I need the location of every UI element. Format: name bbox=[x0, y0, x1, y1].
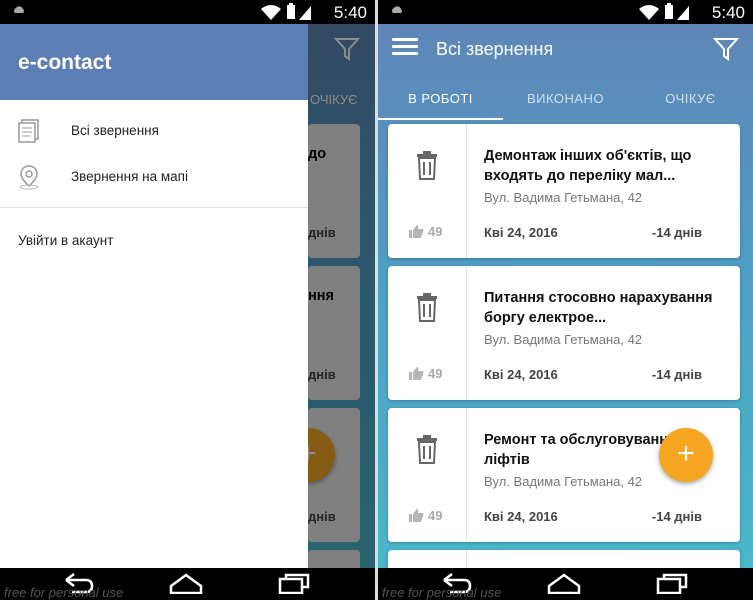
card-address: Вул. Вадима Гетьмана, 42 bbox=[484, 190, 643, 205]
card-title: Демонтаж інших об'єктів, що входять до п… bbox=[484, 148, 692, 184]
app-background: Всі звернення В РОБОТІ ВИКОНАНО ОЧІКУЄ 4… bbox=[378, 24, 753, 590]
navigation-drawer: e-contact Всі звернення Звернення на мап… bbox=[0, 24, 308, 568]
card-days-left: -14 днів bbox=[651, 225, 702, 240]
card-days-left: -14 днів bbox=[651, 509, 702, 524]
weather-icon bbox=[14, 6, 24, 13]
home-icon[interactable] bbox=[546, 572, 582, 594]
drawer-divider bbox=[0, 207, 308, 208]
recents-icon[interactable] bbox=[654, 572, 690, 594]
documents-icon bbox=[18, 119, 39, 143]
likes-count: 49 bbox=[428, 224, 443, 239]
login-link[interactable]: Увійти в акаунт bbox=[18, 233, 113, 248]
page-title: Всі звернення bbox=[436, 39, 554, 59]
trash-icon[interactable] bbox=[415, 434, 439, 464]
card-days-left: -14 днів bbox=[651, 367, 702, 382]
app-brand: e-contact bbox=[18, 51, 112, 74]
signal-battery-icons bbox=[639, 3, 689, 20]
thumbs-up-icon bbox=[409, 367, 424, 380]
card-address: Вул. Вадима Гетьмана, 42 bbox=[484, 332, 643, 347]
card-date: Кві 24, 2016 bbox=[484, 225, 558, 240]
likes-counter[interactable]: 49 bbox=[408, 508, 442, 523]
watermark: free for personal use bbox=[4, 585, 124, 600]
likes-counter[interactable]: 49 bbox=[408, 224, 442, 239]
drawer-header: e-contact bbox=[0, 24, 308, 100]
card-divider bbox=[466, 266, 467, 400]
map-pin-icon bbox=[19, 165, 39, 190]
tab-done[interactable]: ВИКОНАНО bbox=[503, 80, 628, 122]
card-divider bbox=[466, 124, 467, 258]
card-date: Кві 24, 2016 bbox=[484, 509, 558, 524]
likes-count: 49 bbox=[428, 366, 443, 381]
clock: 5:40 bbox=[711, 3, 745, 22]
status-bar: 5:40 bbox=[0, 0, 375, 24]
home-icon[interactable] bbox=[168, 572, 204, 594]
hamburger-menu-icon[interactable] bbox=[392, 38, 418, 60]
tab-waiting[interactable]: ОЧІКУЄ bbox=[628, 80, 753, 122]
watermark: free for personal use bbox=[382, 585, 502, 600]
trash-icon[interactable] bbox=[415, 292, 439, 322]
right-phone-screen: Всі звернення В РОБОТІ ВИКОНАНО ОЧІКУЄ 4… bbox=[378, 0, 753, 600]
request-card[interactable]: 49 Питання стосовно нарахування боргу ел… bbox=[388, 266, 740, 400]
request-card[interactable]: 49 Демонтаж інших об'єктів, що входять д… bbox=[388, 124, 740, 258]
card-address: Вул. Вадима Гетьмана, 42 bbox=[484, 474, 643, 489]
add-request-fab[interactable]: + bbox=[659, 428, 713, 482]
drawer-item-label: Звернення на мапі bbox=[71, 169, 188, 184]
signal-battery-icons bbox=[261, 3, 311, 20]
filter-icon[interactable] bbox=[712, 36, 740, 67]
clock: 5:40 bbox=[333, 3, 367, 22]
recents-icon[interactable] bbox=[276, 572, 312, 594]
card-date: Кві 24, 2016 bbox=[484, 367, 558, 382]
tab-in-progress[interactable]: В РОБОТІ bbox=[378, 80, 503, 122]
left-phone-screen: ОЧІКУЄ до днів ння днів днів + e-contact… bbox=[0, 0, 375, 600]
drawer-item-label: Всі звернення bbox=[71, 123, 159, 138]
weather-icon bbox=[392, 6, 402, 13]
likes-count: 49 bbox=[428, 508, 443, 523]
status-bar: 5:40 bbox=[378, 0, 753, 24]
trash-icon[interactable] bbox=[415, 150, 439, 180]
drawer-item-all-requests[interactable]: Всі звернення bbox=[0, 108, 308, 154]
thumbs-up-icon bbox=[409, 509, 424, 522]
card-divider bbox=[466, 408, 467, 542]
thumbs-up-icon bbox=[409, 225, 424, 238]
card-title: Питання стосовно нарахування боргу елект… bbox=[484, 290, 713, 326]
likes-counter[interactable]: 49 bbox=[408, 366, 442, 381]
drawer-item-map[interactable]: Звернення на мапі bbox=[0, 154, 308, 200]
toolbar: Всі звернення bbox=[378, 24, 753, 74]
tab-bar: В РОБОТІ ВИКОНАНО ОЧІКУЄ bbox=[378, 80, 753, 122]
